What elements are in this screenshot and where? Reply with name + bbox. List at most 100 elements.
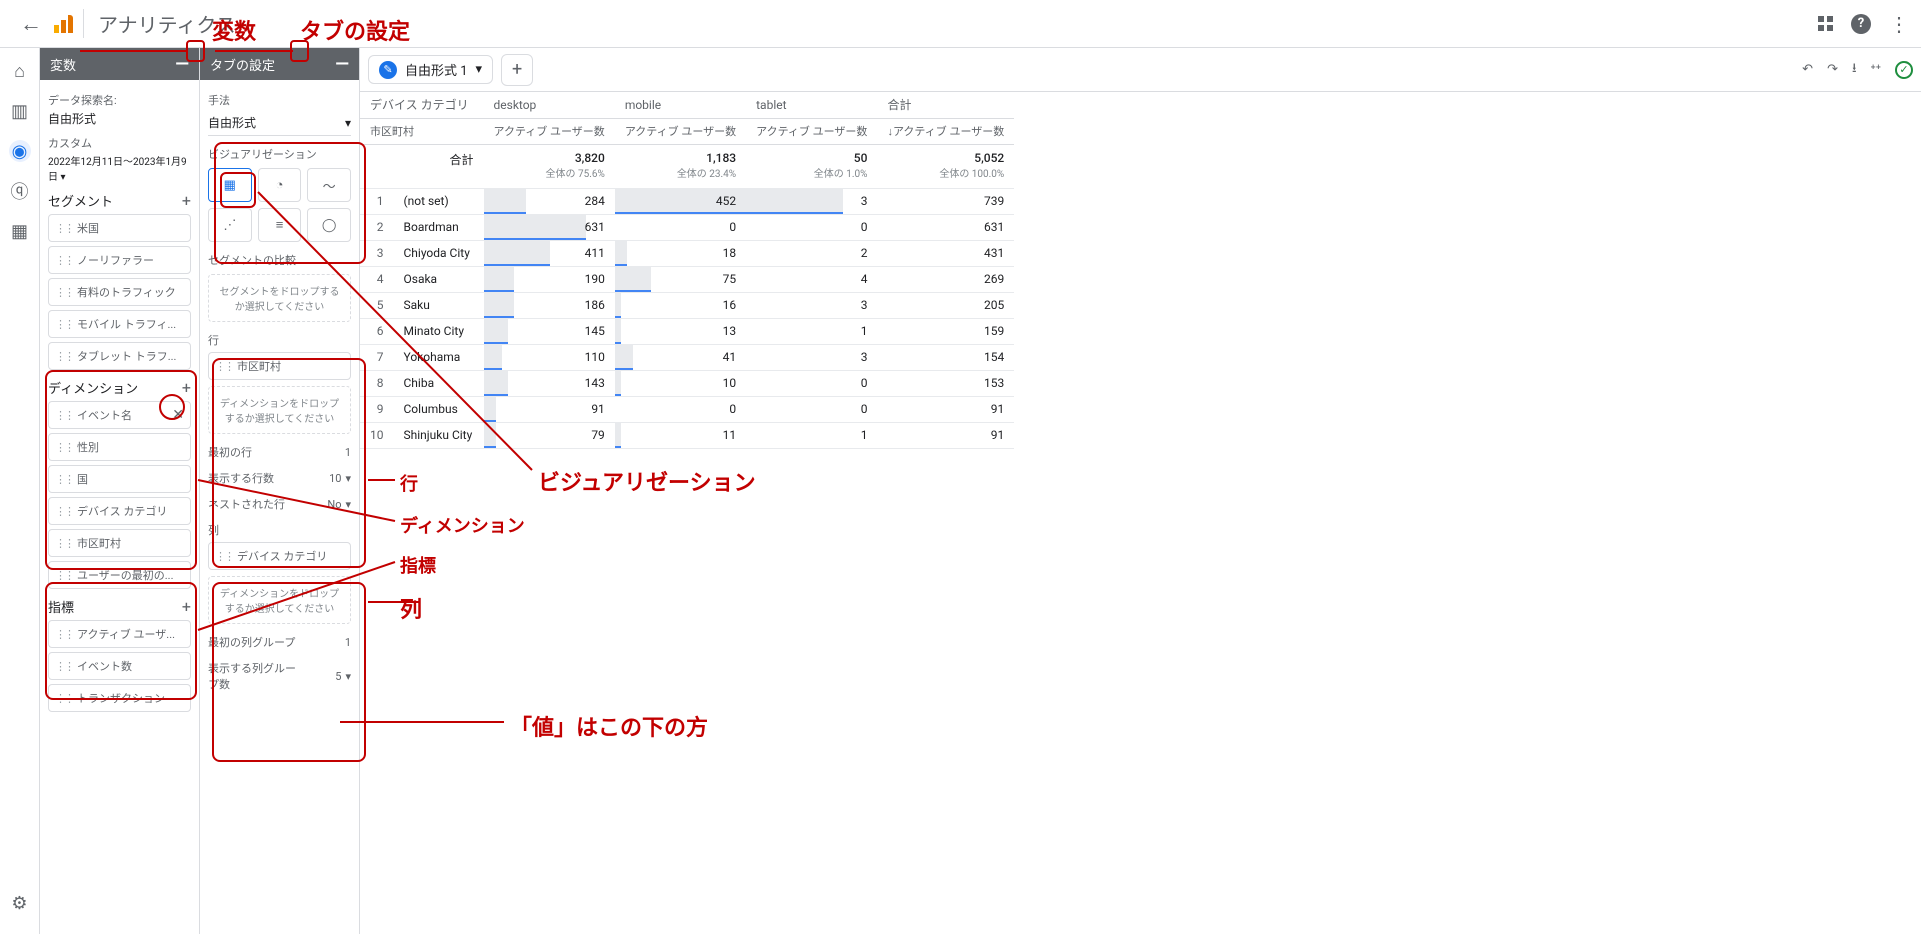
- more-icon[interactable]: ⋮: [1889, 12, 1909, 36]
- table-row[interactable]: 3Chiyoda City411182431: [360, 240, 1014, 266]
- chip-item[interactable]: ⋮⋮アクティブ ユーザ...: [48, 620, 191, 648]
- table-row[interactable]: 9Columbus910091: [360, 396, 1014, 422]
- chip-item[interactable]: ⋮⋮タブレット トラフ...: [48, 342, 191, 370]
- chevron-down-icon: ▾: [476, 62, 483, 77]
- config-icon[interactable]: ▦: [9, 220, 31, 242]
- chip-item[interactable]: ⋮⋮イベント名✕: [48, 401, 191, 429]
- status-check-icon[interactable]: ✓: [1895, 61, 1913, 79]
- chip-item[interactable]: ⋮⋮モバイル トラフィ...: [48, 310, 191, 338]
- start-row-value[interactable]: 1: [345, 446, 351, 459]
- table-row[interactable]: 1(not set)2844523739: [360, 188, 1014, 214]
- table-row[interactable]: 5Saku186163205: [360, 292, 1014, 318]
- table-row[interactable]: 2Boardman63100631: [360, 214, 1014, 240]
- exploration-name-label: データ探索名:: [48, 92, 191, 108]
- total-v1: 3,820全体の 75.6%: [484, 144, 615, 188]
- viz-label: ビジュアリゼーション: [208, 146, 351, 162]
- table-row[interactable]: 8Chiba143100153: [360, 370, 1014, 396]
- cols-label: 列: [208, 522, 351, 538]
- add-segment-icon[interactable]: +: [182, 191, 191, 210]
- nest-rows-select[interactable]: No ▾: [327, 498, 351, 511]
- remove-icon[interactable]: ✕: [172, 407, 184, 423]
- collapse-icon[interactable]: —: [175, 54, 189, 75]
- reports-icon[interactable]: ▥: [9, 100, 31, 122]
- segments-label: セグメント: [48, 191, 113, 210]
- explore-icon[interactable]: ◉: [9, 140, 31, 162]
- analytics-logo: [54, 15, 73, 33]
- help-icon[interactable]: ?: [1851, 14, 1871, 34]
- chip-item[interactable]: ⋮⋮ノーリファラー: [48, 246, 191, 274]
- table-row[interactable]: 4Osaka190754269: [360, 266, 1014, 292]
- chip-item[interactable]: ⋮⋮国: [48, 465, 191, 493]
- cols-chip[interactable]: ⋮⋮デバイス カテゴリ: [208, 542, 351, 570]
- hdr-active4[interactable]: ↓アクティブ ユーザー数: [877, 118, 1014, 144]
- date-range[interactable]: 2022年12月11日～2023年1月9日 ▾: [48, 153, 191, 183]
- add-metric-icon[interactable]: +: [182, 597, 191, 616]
- hdr-device: デバイス カテゴリ: [360, 92, 484, 118]
- table-row[interactable]: 6Minato City145131159: [360, 318, 1014, 344]
- viz-donut-icon[interactable]: ◔: [258, 168, 302, 202]
- hdr-active3[interactable]: アクティブ ユーザー数: [746, 118, 877, 144]
- viz-geo-icon[interactable]: ◯: [307, 208, 351, 242]
- hdr-active1[interactable]: アクティブ ユーザー数: [484, 118, 615, 144]
- cols-dropzone[interactable]: ディメンションをドロップするか選択してください: [208, 576, 351, 624]
- tab-chip[interactable]: ✎ 自由形式 1 ▾: [368, 55, 493, 84]
- hdr-mobile: mobile: [615, 92, 746, 118]
- total-label: 合計: [360, 144, 484, 188]
- download-icon[interactable]: ⭳: [1852, 59, 1857, 81]
- start-col-value[interactable]: 1: [345, 636, 351, 649]
- left-rail: ⌂ ▥ ◉ ⓠ ▦ ⚙: [0, 48, 40, 934]
- viz-table-icon[interactable]: ▦: [208, 168, 252, 202]
- tab-name: 自由形式 1: [405, 60, 468, 79]
- add-tab-button[interactable]: +: [501, 54, 533, 86]
- show-cols-select[interactable]: 5 ▾: [335, 670, 351, 683]
- hdr-total: 合計: [877, 92, 1014, 118]
- settings-title: タブの設定: [210, 55, 275, 74]
- viz-bar-icon[interactable]: ≡: [258, 208, 302, 242]
- undo-icon[interactable]: ↶: [1802, 62, 1813, 77]
- chip-item[interactable]: ⋮⋮トランザクション: [48, 684, 191, 712]
- table-row[interactable]: 10Shinjuku City7911191: [360, 422, 1014, 448]
- hdr-active2[interactable]: アクティブ ユーザー数: [615, 118, 746, 144]
- share-icon[interactable]: ⁺⁺: [1871, 62, 1881, 77]
- settings-panel-header: タブの設定 —: [200, 48, 359, 80]
- add-dimension-icon[interactable]: +: [182, 378, 191, 397]
- chip-item[interactable]: ⋮⋮ユーザーの最初の...: [48, 561, 191, 589]
- grid-icon[interactable]: [1818, 16, 1833, 31]
- show-cols-label: 表示する列グループ数: [208, 660, 298, 692]
- exploration-name[interactable]: 自由形式: [48, 110, 191, 127]
- chip-item[interactable]: ⋮⋮有料のトラフィック: [48, 278, 191, 306]
- edit-icon: ✎: [379, 61, 397, 79]
- hdr-tablet: tablet: [746, 92, 877, 118]
- rows-dropzone[interactable]: ディメンションをドロップするか選択してください: [208, 386, 351, 434]
- home-icon[interactable]: ⌂: [9, 60, 31, 82]
- hdr-desktop: desktop: [484, 92, 615, 118]
- total-v2: 1,183全体の 23.4%: [615, 144, 746, 188]
- settings-icon[interactable]: ⚙: [9, 892, 31, 914]
- viz-scatter-icon[interactable]: ⋰: [208, 208, 252, 242]
- date-range-label: カスタム: [48, 135, 191, 151]
- start-col-label: 最初の列グループ: [208, 634, 295, 650]
- viz-line-icon[interactable]: 〜: [307, 168, 351, 202]
- table-row[interactable]: 7Yokohama110413154: [360, 344, 1014, 370]
- collapse-icon[interactable]: —: [335, 54, 349, 75]
- chip-item[interactable]: ⋮⋮デバイス カテゴリ: [48, 497, 191, 525]
- chip-item[interactable]: ⋮⋮イベント数: [48, 652, 191, 680]
- chip-item[interactable]: ⋮⋮性別: [48, 433, 191, 461]
- metrics-label: 指標: [48, 597, 74, 616]
- variables-panel: 変数 — データ探索名: 自由形式 カスタム 2022年12月11日～2023年…: [40, 48, 200, 934]
- rows-chip[interactable]: ⋮⋮市区町村: [208, 352, 351, 380]
- variables-title: 変数: [50, 55, 76, 74]
- settings-panel: タブの設定 — 手法 自由形式▾ ビジュアリゼーション ▦ ◔ 〜 ⋰ ≡ ◯ …: [200, 48, 360, 934]
- show-rows-select[interactable]: 10 ▾: [329, 472, 351, 485]
- total-v3: 50全体の 1.0%: [746, 144, 877, 188]
- chip-item[interactable]: ⋮⋮米国: [48, 214, 191, 242]
- technique-select[interactable]: 自由形式▾: [208, 110, 351, 136]
- show-rows-label: 表示する行数: [208, 470, 274, 486]
- back-arrow-icon[interactable]: ←: [12, 11, 50, 37]
- ads-icon[interactable]: ⓠ: [9, 180, 31, 202]
- chip-item[interactable]: ⋮⋮市区町村: [48, 529, 191, 557]
- rows-label: 行: [208, 332, 351, 348]
- content-area: ✎ 自由形式 1 ▾ + ↶ ↷ ⭳ ⁺⁺ ✓ デバイス カテゴリ deskto…: [360, 48, 1921, 934]
- redo-icon[interactable]: ↷: [1827, 62, 1838, 77]
- compare-dropzone[interactable]: セグメントをドロップするか選択してください: [208, 274, 351, 322]
